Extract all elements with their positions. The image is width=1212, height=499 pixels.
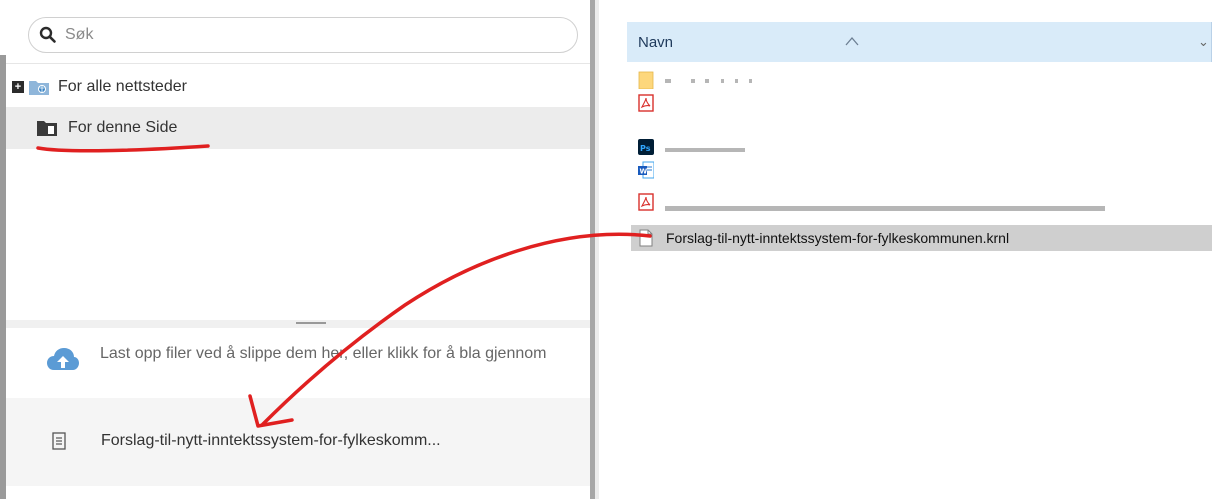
tree-item-label: For alle nettsteder [58, 78, 187, 95]
uploaded-file-name: Forslag-til-nytt-inntektssystem-for-fylk… [101, 432, 441, 449]
divider [6, 63, 590, 64]
document-icon [52, 432, 66, 450]
resize-handle[interactable] [296, 322, 326, 324]
pdf-icon [638, 94, 654, 112]
blurred-name [749, 79, 752, 83]
expand-icon[interactable]: + [12, 81, 24, 93]
uploaded-file-row[interactable]: Forslag-til-nytt-inntektssystem-for-fylk… [6, 398, 590, 486]
blurred-name [665, 79, 671, 83]
file-row-folder[interactable] [631, 69, 1212, 91]
word-icon: W [638, 161, 654, 179]
chevron-down-icon[interactable]: ⌄ [1198, 34, 1209, 50]
tree-item-label: For denne Side [68, 119, 178, 136]
blurred-name [665, 206, 1105, 211]
page-folder-icon [37, 121, 57, 136]
cloud-upload-icon [47, 348, 79, 370]
tree-item-this-page[interactable]: For denne Side [6, 107, 590, 149]
file-row-docx[interactable]: W [631, 159, 1212, 181]
globe-folder-icon [29, 81, 49, 95]
upload-dropzone[interactable]: Last opp filer ved å slippe dem her, ell… [6, 328, 590, 398]
upload-instructions: Last opp filer ved å slippe dem her, ell… [100, 345, 547, 362]
file-row-psd[interactable]: Ps [631, 136, 1212, 158]
blurred-name [735, 79, 738, 83]
blurred-name [705, 79, 709, 83]
tree-item-all-sites[interactable]: + For alle nettsteder [6, 66, 590, 108]
file-name: Forslag-til-nytt-inntektssystem-for-fylk… [666, 230, 1010, 246]
sort-ascending-icon [845, 37, 859, 46]
upload-panel: + For alle nettsteder For denne Side [0, 0, 590, 499]
svg-text:W: W [640, 168, 648, 176]
column-header-label: Navn [638, 34, 674, 51]
folder-icon [638, 71, 654, 89]
blurred-name [665, 148, 745, 152]
search-input[interactable] [65, 24, 545, 46]
blurred-name [721, 79, 724, 83]
search-box[interactable] [28, 17, 578, 53]
document-icon [639, 229, 653, 247]
screen: + For alle nettsteder For denne Side [0, 0, 1212, 499]
svg-text:Ps: Ps [640, 144, 651, 153]
pdf-icon [638, 193, 654, 211]
photoshop-icon: Ps [638, 139, 654, 155]
blurred-name [691, 79, 695, 83]
file-explorer: Navn ⌄ Ps W Forslag-til-nytt-inntektssys… [599, 0, 1212, 499]
file-row-krnl-selected[interactable]: Forslag-til-nytt-inntektssystem-for-fylk… [631, 225, 1212, 251]
column-header-name[interactable]: Navn ⌄ [627, 22, 1212, 62]
file-row-pdf-2[interactable] [631, 191, 1212, 213]
file-row-pdf[interactable] [631, 92, 1212, 114]
search-icon [39, 26, 56, 43]
